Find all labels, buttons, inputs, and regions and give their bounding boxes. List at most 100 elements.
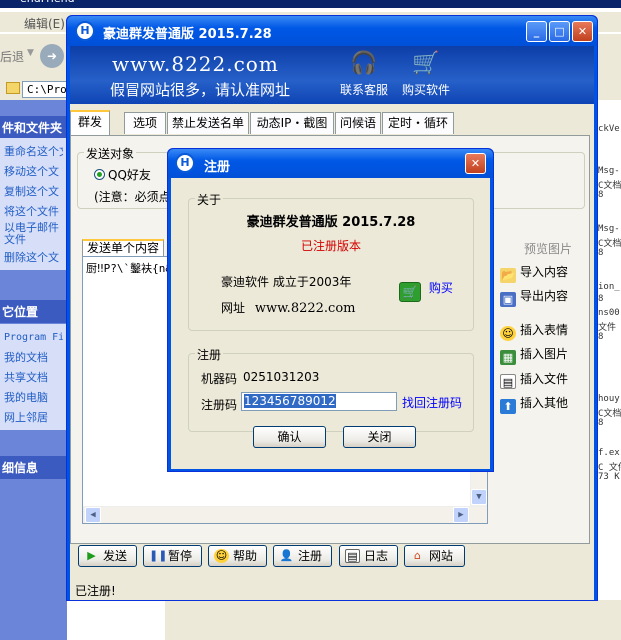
register-label: 注册 xyxy=(298,549,323,563)
tab-mass-send[interactable]: 群发 xyxy=(70,110,110,135)
reg-code-label: 注册码 xyxy=(201,398,238,412)
ok-button[interactable]: 确认 xyxy=(253,426,326,448)
about-group: 关于 豪迪群发普通版 2015.7.28 已注册版本 豪迪软件 成立于2003年… xyxy=(188,191,474,331)
company-text: 豪迪软件 成立于2003年 xyxy=(221,275,352,289)
background-file-list-fragment: ckVe Msg- C文档 8 Msg- C文档 8 ion_ 8 ns00 文… xyxy=(598,100,621,600)
file-fragment: f.ex xyxy=(598,448,620,458)
tab-dynamic-ip[interactable]: 动态IP・截图 xyxy=(250,112,334,134)
log-label: 日志 xyxy=(364,549,389,563)
back-dropdown-icon[interactable]: ▼ xyxy=(27,48,34,58)
insert-emoji-button[interactable]: ☺ 插入表情 xyxy=(500,321,568,341)
pause-button[interactable]: ❚❚ 暂停 xyxy=(143,545,202,567)
insert-other-button[interactable]: ⬆ 插入其他 xyxy=(500,394,568,414)
folder-open-icon: 📂 xyxy=(500,268,516,283)
task-delete[interactable]: 删除这个文 xyxy=(4,248,63,268)
cart-icon: 🛒 xyxy=(412,51,440,76)
place-network[interactable]: 网上邻居 xyxy=(4,408,63,428)
reg-code-value: 123456789012 xyxy=(244,394,336,408)
minimize-button[interactable]: _ xyxy=(526,21,547,42)
tab-greetings[interactable]: 问候语 xyxy=(335,112,381,134)
task-publish[interactable]: 将这个文件 xyxy=(4,202,63,222)
radio-qq-friend[interactable]: QQ好友 xyxy=(94,166,151,183)
tab-timer-loop[interactable]: 定时・循环 xyxy=(382,112,454,134)
reg-code-input[interactable]: 123456789012 xyxy=(241,392,397,411)
support-button[interactable]: 🎧 联系客服 xyxy=(334,50,394,98)
file-fragment: 8 xyxy=(598,418,604,428)
buy-software-button[interactable]: 🛒 购买软件 xyxy=(396,50,456,98)
banner-url[interactable]: www.8222.com xyxy=(112,52,279,76)
task-rename[interactable]: 重命名这个文 xyxy=(4,142,63,162)
register-button[interactable]: 👤 注册 xyxy=(273,545,332,567)
details-header[interactable]: 细信息 xyxy=(0,456,67,479)
log-icon: ▤ xyxy=(345,549,360,563)
tab-options[interactable]: 选项 xyxy=(124,112,166,134)
image-icon: ▦ xyxy=(500,350,516,365)
dialog-logo-icon: H xyxy=(175,153,195,173)
notice-text: (注意：必须点 xyxy=(94,190,171,204)
dialog-cancel-button[interactable]: 关闭 xyxy=(343,426,416,448)
radio-dot-icon xyxy=(94,169,105,180)
insert-image-label: 插入图片 xyxy=(520,347,569,361)
dialog-title-bar[interactable]: H 注册 ✕ xyxy=(168,149,493,178)
log-button[interactable]: ▤ 日志 xyxy=(339,545,398,567)
import-content-button[interactable]: 📂 导入内容 xyxy=(500,263,568,283)
forward-arrow-icon[interactable]: ➜ xyxy=(40,44,64,68)
scroll-left-icon[interactable]: ◀ xyxy=(85,507,101,523)
help-button[interactable]: ☺ 帮助 xyxy=(208,545,267,567)
website-url[interactable]: www.8222.com xyxy=(255,301,356,316)
address-input[interactable]: C:\Pro xyxy=(22,81,70,98)
folder-icon xyxy=(6,82,20,94)
website-prefix: 网址 xyxy=(221,301,246,315)
subtab-single-content[interactable]: 发送单个内容 xyxy=(82,239,165,256)
close-button[interactable]: ✕ xyxy=(572,21,593,42)
horizontal-scrollbar[interactable]: ◀ ▶ xyxy=(83,506,487,523)
send-target-label: 发送对象 xyxy=(84,145,137,162)
register-group: 注册 机器码 0251031203 注册码 123456789012 找回注册码 xyxy=(188,346,474,432)
file-fragment: ckVe xyxy=(598,124,620,134)
place-program-files[interactable]: Program Fi xyxy=(4,328,63,348)
cart-icon: 🛒 xyxy=(399,282,421,302)
machine-code-value: 0251031203 xyxy=(243,370,320,384)
insert-image-button[interactable]: ▦ 插入图片 xyxy=(500,345,568,365)
scroll-down-icon[interactable]: ▼ xyxy=(471,489,487,505)
website-button[interactable]: ⌂ 网站 xyxy=(404,545,465,567)
arrow-up-icon: ⬆ xyxy=(500,399,516,414)
menu-edit[interactable]: 编辑(E) xyxy=(24,15,65,32)
scroll-right-icon[interactable]: ▶ xyxy=(453,507,469,523)
back-label[interactable]: 后退 xyxy=(0,48,24,65)
register-group-label: 注册 xyxy=(195,346,224,363)
place-my-computer[interactable]: 我的电脑 xyxy=(4,388,63,408)
background-task-pane: 件和文件夹任 重命名这个文 移动这个文 复制这个文 将这个文件 以电子邮件文件 … xyxy=(0,100,67,640)
task-email[interactable]: 以电子邮件文件 xyxy=(4,222,63,248)
export-content-button[interactable]: ▣ 导出内容 xyxy=(500,287,568,307)
place-my-documents[interactable]: 我的文档 xyxy=(4,348,63,368)
send-button[interactable]: ▶ 发送 xyxy=(78,545,137,567)
ad-banner: www.8222.com 假冒网站很多，请认准网址 🎧 联系客服 🛒 购买软件 xyxy=(70,46,594,104)
register-dialog: H 注册 ✕ 关于 豪迪群发普通版 2015.7.28 已注册版本 豪迪软件 成… xyxy=(167,148,494,472)
recover-code-link[interactable]: 找回注册码 xyxy=(402,394,462,411)
status-text: 已注册! xyxy=(75,584,116,598)
help-label: 帮助 xyxy=(233,549,258,563)
insert-file-button[interactable]: ▤ 插入文件 xyxy=(500,370,568,389)
task-copy[interactable]: 复制这个文 xyxy=(4,182,63,202)
file-tasks-list: 重命名这个文 移动这个文 复制这个文 将这个文件 以电子邮件文件 删除这个文 xyxy=(0,138,67,270)
dialog-close-button[interactable]: ✕ xyxy=(465,153,486,174)
import-content-label: 导入内容 xyxy=(520,265,569,279)
insert-file-label: 插入文件 xyxy=(520,372,569,386)
pause-icon: ❚❚ xyxy=(149,549,168,562)
buy-link[interactable]: 🛒 购买 xyxy=(399,279,453,302)
dialog-title: 注册 xyxy=(204,160,231,175)
other-places-header[interactable]: 它位置 xyxy=(0,300,67,323)
insert-other-label: 插入其他 xyxy=(520,396,569,410)
task-move[interactable]: 移动这个文 xyxy=(4,162,63,182)
other-places-list: Program Fi 我的文档 共享文档 我的电脑 网上邻居 xyxy=(0,324,67,430)
support-label: 联系客服 xyxy=(339,83,388,97)
tab-blocklist[interactable]: 禁止发送名单 xyxy=(167,112,249,134)
buy-label: 购买 xyxy=(428,281,453,295)
place-shared-documents[interactable]: 共享文档 xyxy=(4,368,63,388)
save-icon: ▣ xyxy=(500,292,516,307)
main-window-title: 豪迪群发普通版 2015.7.28 xyxy=(103,27,272,42)
maximize-button[interactable]: □ xyxy=(549,21,570,42)
main-title-bar[interactable]: H 豪迪群发普通版 2015.7.28 _ □ ✕ xyxy=(67,16,597,46)
send-label: 发送 xyxy=(103,549,128,563)
